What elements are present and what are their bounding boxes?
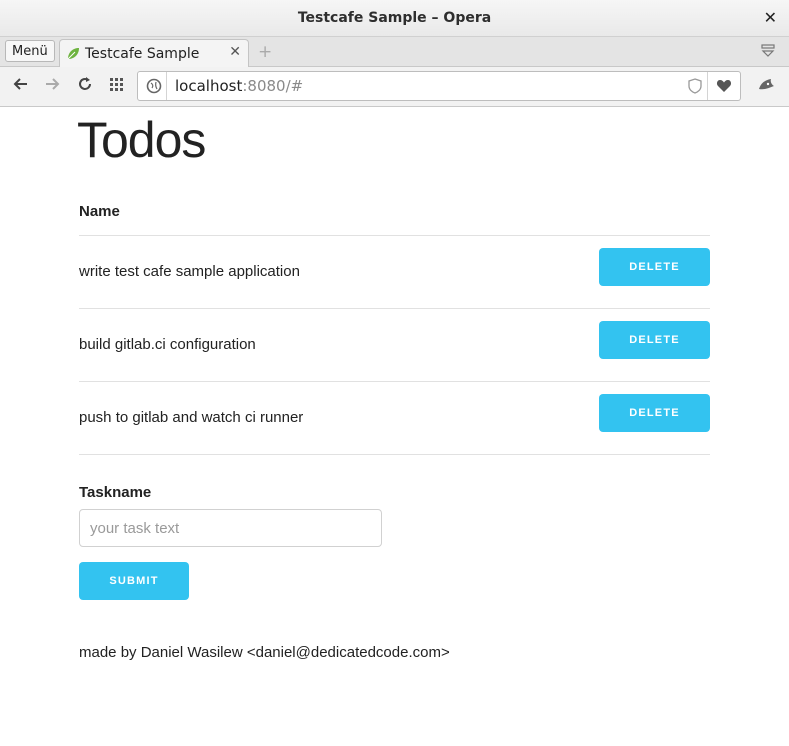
window-close-button[interactable]: ✕: [764, 8, 777, 27]
opera-menu-button[interactable]: Menü: [5, 40, 55, 62]
address-separator: [166, 72, 167, 100]
address-bar[interactable]: localhost:8080/#: [137, 71, 741, 101]
url-port-path: :8080/#: [242, 77, 304, 95]
globe-icon: [146, 78, 162, 94]
heart-icon: [716, 80, 732, 92]
delete-button[interactable]: DELETE: [599, 394, 710, 432]
tab-title: Testcafe Sample: [85, 45, 200, 62]
submit-button[interactable]: SUBMIT: [79, 562, 189, 600]
table-divider: [79, 381, 710, 382]
table-divider: [79, 454, 710, 455]
tab-strip: Menü Testcafe Sample ✕ +: [0, 37, 789, 67]
stash-button[interactable]: [707, 72, 740, 100]
url-host: localhost: [175, 77, 243, 95]
forward-arrow-icon[interactable]: [44, 76, 60, 92]
new-tab-button[interactable]: +: [258, 42, 272, 62]
back-arrow-icon[interactable]: [13, 76, 29, 92]
table-divider: [79, 235, 710, 236]
page-title: Todos: [77, 112, 206, 168]
delete-button[interactable]: DELETE: [599, 321, 710, 359]
shield-icon[interactable]: [688, 78, 702, 94]
extension-icon[interactable]: [757, 77, 775, 93]
spring-leaf-icon: [67, 47, 79, 59]
window-titlebar: Testcafe Sample – Opera ✕: [0, 0, 789, 37]
navigation-bar: localhost:8080/#: [0, 67, 789, 107]
todo-name: write test cafe sample application: [79, 263, 300, 280]
delete-button[interactable]: DELETE: [599, 248, 710, 286]
window-title: Testcafe Sample – Opera: [297, 10, 492, 26]
reload-icon[interactable]: [77, 76, 93, 92]
taskname-label: Taskname: [79, 484, 152, 501]
footer-credit: made by Daniel Wasilew <daniel@dedicated…: [79, 644, 450, 661]
tab-testcafe-sample[interactable]: Testcafe Sample ✕: [59, 39, 249, 67]
taskname-input[interactable]: [79, 509, 382, 547]
tab-close-button[interactable]: ✕: [229, 44, 241, 60]
tab-menu-icon[interactable]: [761, 44, 775, 58]
table-divider: [79, 308, 710, 309]
speed-dial-icon[interactable]: [109, 76, 125, 92]
column-header-name: Name: [79, 203, 120, 220]
url-text[interactable]: localhost:8080/#: [175, 77, 303, 95]
todo-name: push to gitlab and watch ci runner: [79, 409, 304, 426]
todo-name: build gitlab.ci configuration: [79, 336, 256, 353]
